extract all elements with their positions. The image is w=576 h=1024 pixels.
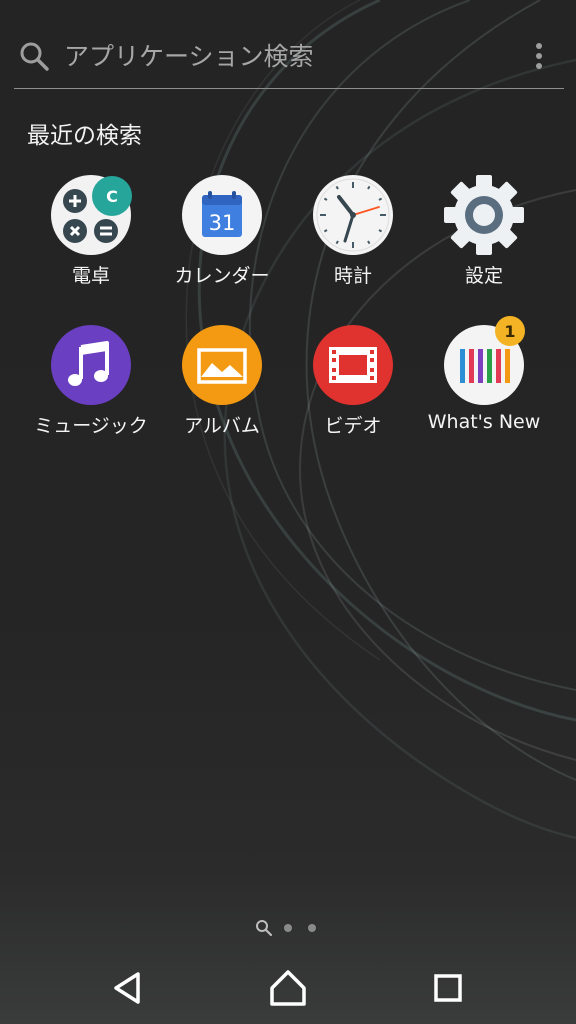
app-calculator[interactable]: C 電卓 [26,175,156,305]
music-note-icon [51,325,131,405]
calendar-day: 31 [209,211,236,235]
app-label: ビデオ [324,415,382,437]
app-video[interactable]: ビデオ [288,325,418,455]
album-photo-icon [182,325,262,405]
app-music[interactable]: ミュージック [26,325,156,455]
search-page-icon [256,920,273,937]
navigation-bar [0,950,576,1024]
app-label: カレンダー [174,265,270,287]
search-icon[interactable] [18,40,50,72]
settings-gear-icon [444,175,524,255]
app-album[interactable]: アルバム [157,325,287,455]
home-screen: 最近の検索 C 電卓 31 カレンダー [0,0,576,1024]
app-calendar[interactable]: 31 カレンダー [157,175,287,305]
app-label: What's New [427,411,541,433]
app-settings[interactable]: 設定 [419,175,549,305]
recents-icon[interactable] [424,964,472,1012]
back-icon[interactable] [104,964,152,1012]
home-icon[interactable] [264,964,312,1012]
calculator-badge: C [106,187,118,206]
video-film-icon [313,325,393,405]
app-label: アルバム [184,415,260,437]
clock-icon [313,175,393,255]
calculator-icon: C [51,175,132,255]
app-clock[interactable]: 時計 [288,175,418,305]
whats-new-icon: 1 [444,316,525,405]
app-label: 設定 [464,265,503,287]
more-vert-icon[interactable] [526,40,552,72]
wallpaper [185,0,576,840]
notification-badge: 1 [504,322,515,341]
calendar-icon: 31 [182,175,262,255]
app-whats-new[interactable]: 1 What's New [419,316,549,455]
recent-searches-title: 最近の検索 [27,123,142,149]
search-input[interactable] [64,38,504,74]
app-label: 電卓 [71,265,110,287]
app-label: ミュージック [34,415,148,437]
page-indicator [256,920,316,937]
app-label: 時計 [333,265,372,287]
app-search-bar[interactable] [14,26,564,89]
page-dot [308,924,316,932]
page-dot [284,924,292,932]
